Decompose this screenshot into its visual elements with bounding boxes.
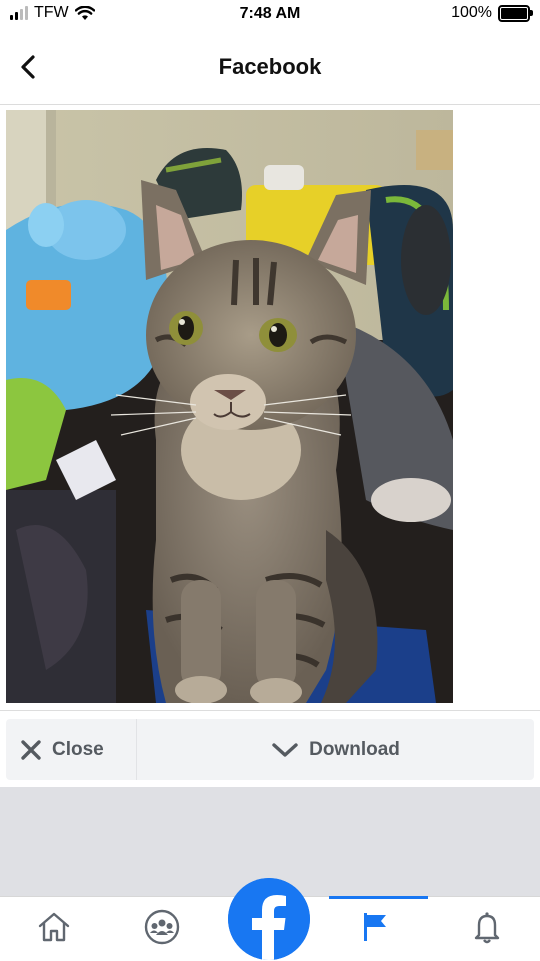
chevron-down-icon	[272, 742, 298, 757]
facebook-app-button[interactable]	[228, 878, 310, 960]
page-title: Facebook	[218, 54, 322, 79]
battery-percent: 100%	[451, 4, 492, 21]
pages-flag-icon	[364, 913, 386, 941]
facebook-logo-icon	[228, 878, 310, 960]
download-label: Download	[309, 738, 400, 760]
chevron-left-icon	[21, 55, 35, 79]
status-bar: TFW 7:48 AM 100%	[0, 0, 540, 32]
photo-action-bar: Close Download	[0, 710, 540, 788]
bell-icon	[474, 912, 500, 944]
close-button[interactable]: Close	[6, 719, 137, 780]
tab-pages[interactable]	[355, 907, 395, 947]
close-label: Close	[52, 738, 104, 760]
nav-header: Facebook	[0, 32, 540, 105]
download-button[interactable]: Download	[137, 719, 534, 780]
tab-groups[interactable]	[142, 907, 182, 947]
home-icon	[38, 912, 70, 942]
tab-notifications[interactable]	[467, 907, 507, 947]
groups-icon	[144, 909, 180, 945]
battery-icon	[498, 4, 533, 22]
status-right: 100%	[451, 4, 533, 22]
shared-photo[interactable]	[6, 110, 453, 703]
active-tab-indicator	[329, 896, 428, 899]
cat-photo-image	[6, 110, 453, 703]
back-button[interactable]	[14, 52, 42, 82]
action-buttons: Close Download	[6, 719, 534, 780]
tab-home[interactable]	[34, 907, 74, 947]
close-icon	[21, 739, 41, 760]
